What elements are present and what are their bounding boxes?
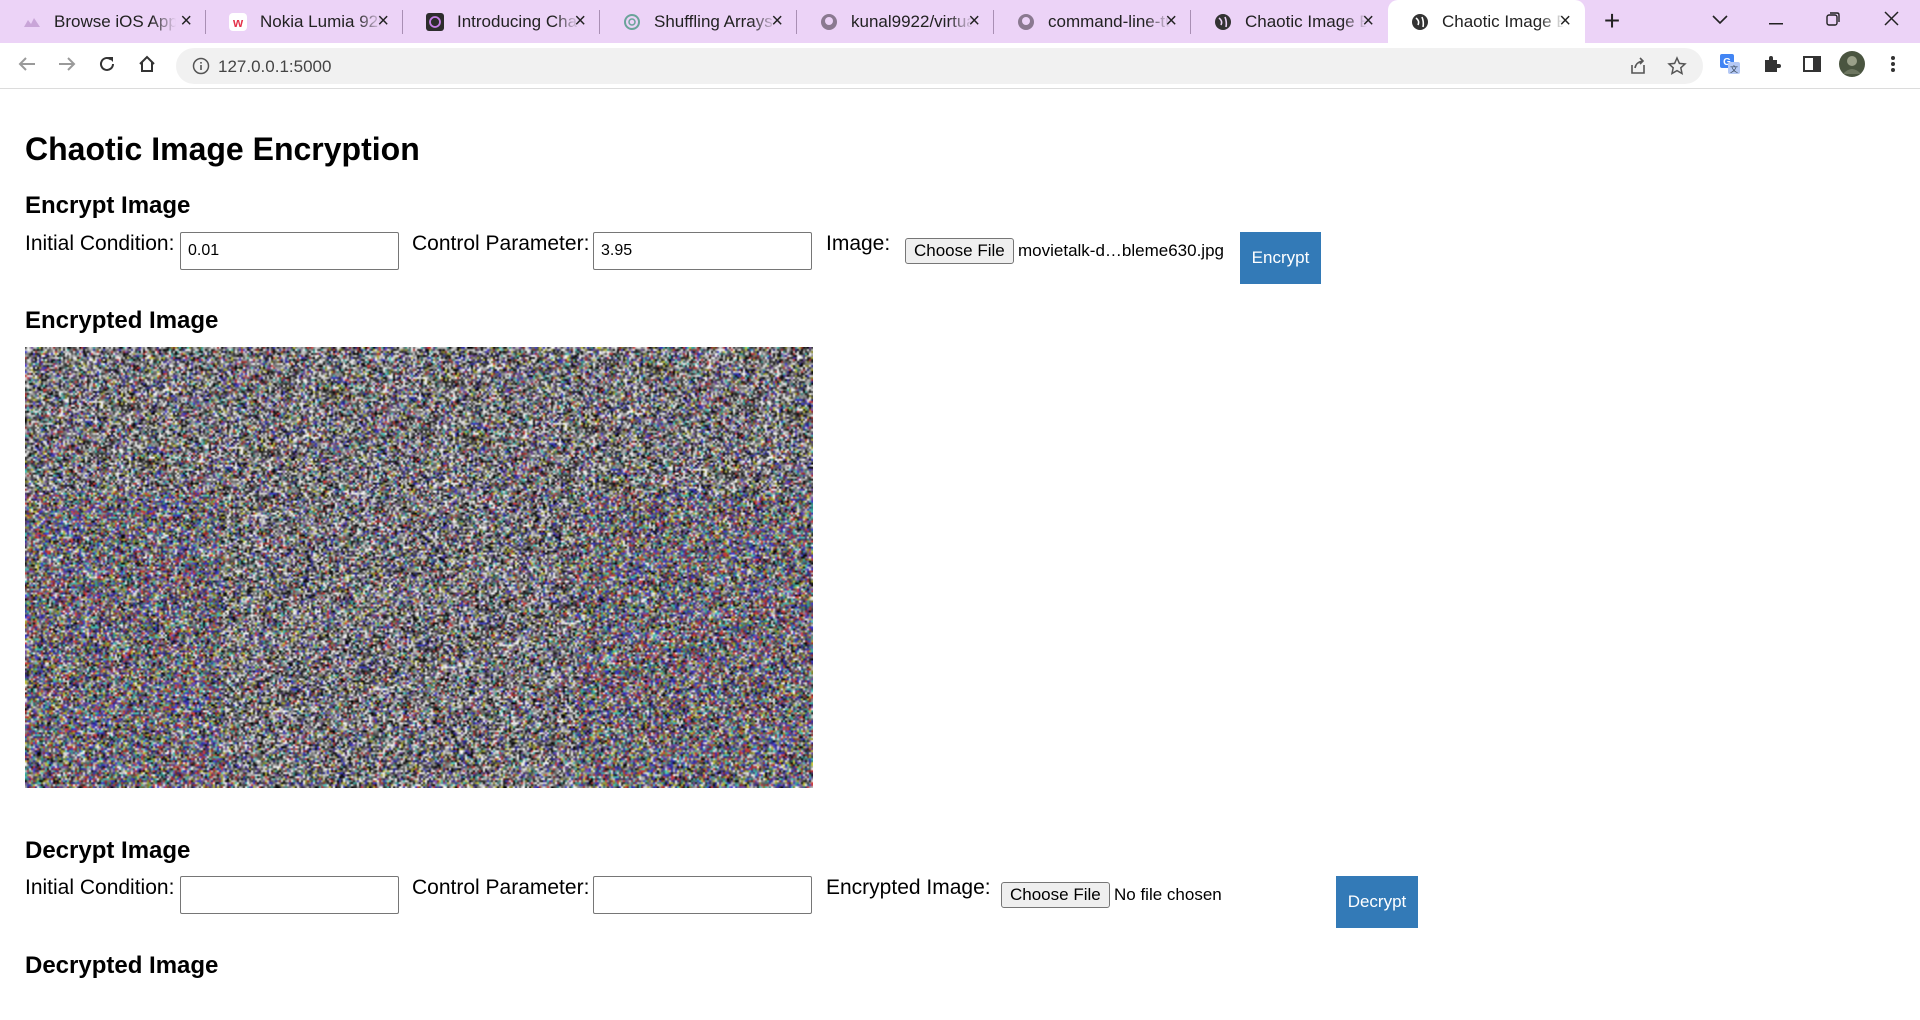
- initial-condition-label: Initial Condition:: [25, 232, 175, 255]
- info-icon[interactable]: [192, 57, 210, 80]
- close-icon[interactable]: ×: [377, 11, 389, 31]
- globe-icon: [1213, 12, 1233, 32]
- decrypt-control-parameter-input[interactable]: [593, 876, 812, 914]
- url-text: 127.0.0.1:5000: [218, 57, 332, 76]
- decrypt-button[interactable]: Decrypt: [1336, 876, 1418, 928]
- encrypt-control-parameter-input[interactable]: [593, 232, 812, 270]
- github-icon: [1016, 12, 1036, 32]
- tab-title: Nokia Lumia 925: [260, 11, 382, 31]
- close-window-button[interactable]: [1871, 4, 1911, 38]
- side-panel-button[interactable]: [1797, 51, 1827, 81]
- page-content: Chaotic Image Encryption Encrypt Image I…: [0, 89, 1920, 1020]
- tab-title: command-line-tu: [1048, 11, 1170, 31]
- browser-tab[interactable]: Browse iOS Apps ×: [0, 0, 206, 43]
- openai-icon: [622, 12, 642, 32]
- chevron-down-icon: [1712, 12, 1728, 30]
- new-tab-button[interactable]: +: [1597, 6, 1627, 36]
- encrypt-initial-condition-input[interactable]: [180, 232, 399, 270]
- arrow-right-icon: [58, 56, 76, 77]
- decrypted-image-heading: Decrypted Image: [25, 952, 219, 979]
- close-icon[interactable]: ×: [180, 11, 192, 31]
- tab-title: Chaotic Image En: [1245, 11, 1367, 31]
- tab-strip: Browse iOS Apps × w Nokia Lumia 925 × In…: [0, 0, 1920, 43]
- encrypt-file-name: movietalk-d…bleme630.jpg: [1018, 241, 1224, 260]
- extensions-button[interactable]: [1757, 51, 1787, 81]
- minimize-button[interactable]: [1756, 4, 1796, 38]
- back-button[interactable]: [11, 50, 43, 82]
- image-label: Image:: [826, 232, 891, 255]
- browser-tab[interactable]: command-line-tu ×: [994, 0, 1191, 43]
- decrypt-initial-condition-input[interactable]: [180, 876, 399, 914]
- reload-icon: [98, 55, 116, 78]
- browser-toolbar: 127.0.0.1:5000 G文: [0, 43, 1920, 89]
- side-panel-icon: [1803, 55, 1821, 78]
- encrypted-image-label: Encrypted Image:: [826, 876, 991, 899]
- globe-icon: [1410, 12, 1430, 32]
- encrypt-button[interactable]: Encrypt: [1240, 232, 1321, 284]
- bookmark-star-icon[interactable]: [1667, 56, 1687, 81]
- puzzle-icon: [1762, 54, 1782, 79]
- encrypted-image-heading: Encrypted Image: [25, 307, 219, 334]
- arrow-left-icon: [18, 56, 36, 77]
- svg-text:文: 文: [1730, 64, 1738, 74]
- decrypt-heading: Decrypt Image: [25, 837, 191, 864]
- home-button[interactable]: [131, 50, 163, 82]
- svg-text:w: w: [232, 15, 244, 30]
- home-icon: [138, 55, 156, 78]
- close-icon[interactable]: ×: [574, 11, 586, 31]
- address-bar[interactable]: 127.0.0.1:5000: [176, 48, 1703, 84]
- encrypt-heading: Encrypt Image: [25, 192, 191, 219]
- browser-menu-button[interactable]: [1878, 51, 1908, 81]
- decrypt-file-name: No file chosen: [1114, 885, 1222, 904]
- reload-button[interactable]: [91, 50, 123, 82]
- close-icon[interactable]: ×: [1559, 11, 1571, 31]
- tab-search-button[interactable]: [1700, 4, 1740, 38]
- close-icon[interactable]: ×: [771, 11, 783, 31]
- decrypt-choose-file-button[interactable]: Choose File: [1001, 882, 1110, 908]
- profile-avatar[interactable]: [1837, 50, 1867, 83]
- tab-title: Chaotic Image En: [1442, 11, 1564, 31]
- browser-tab[interactable]: w Nokia Lumia 925 ×: [206, 0, 403, 43]
- google-translate-button[interactable]: G文: [1715, 51, 1745, 81]
- page-title: Chaotic Image Encryption: [25, 131, 420, 167]
- browser-tab-active[interactable]: Chaotic Image En ×: [1388, 0, 1585, 43]
- restore-icon: [1826, 11, 1840, 31]
- browser-tab[interactable]: Introducing Chat ×: [403, 0, 600, 43]
- github-icon: [819, 12, 839, 32]
- browser-tab[interactable]: Chaotic Image En ×: [1191, 0, 1388, 43]
- close-icon[interactable]: ×: [1165, 11, 1177, 31]
- tab-title: Introducing Chat: [457, 11, 579, 31]
- brand-w-icon: w: [228, 12, 248, 32]
- tab-title: Shuffling Arrays a: [654, 11, 776, 31]
- tab-title: Browse iOS Apps: [54, 11, 176, 31]
- share-icon[interactable]: [1628, 56, 1648, 81]
- encrypted-image: [25, 347, 813, 788]
- close-icon: [1883, 11, 1899, 31]
- close-icon[interactable]: ×: [1362, 11, 1374, 31]
- minimize-icon: [1769, 12, 1783, 30]
- forward-button[interactable]: [51, 50, 83, 82]
- control-parameter-label: Control Parameter:: [412, 876, 590, 899]
- browser-tab[interactable]: Shuffling Arrays a ×: [600, 0, 797, 43]
- avatar-icon: [1838, 50, 1866, 83]
- more-vert-icon: [1890, 55, 1896, 78]
- control-parameter-label: Control Parameter:: [412, 232, 590, 255]
- cloud-icon: [22, 12, 42, 32]
- translate-icon: G文: [1719, 53, 1741, 80]
- initial-condition-label: Initial Condition:: [25, 876, 175, 899]
- browser-tab[interactable]: kunal9922/virtual ×: [797, 0, 994, 43]
- openai-icon: [425, 12, 445, 32]
- close-icon[interactable]: ×: [968, 11, 980, 31]
- tab-title: kunal9922/virtual: [851, 11, 973, 31]
- encrypt-choose-file-button[interactable]: Choose File: [905, 238, 1014, 264]
- restore-button[interactable]: [1813, 4, 1853, 38]
